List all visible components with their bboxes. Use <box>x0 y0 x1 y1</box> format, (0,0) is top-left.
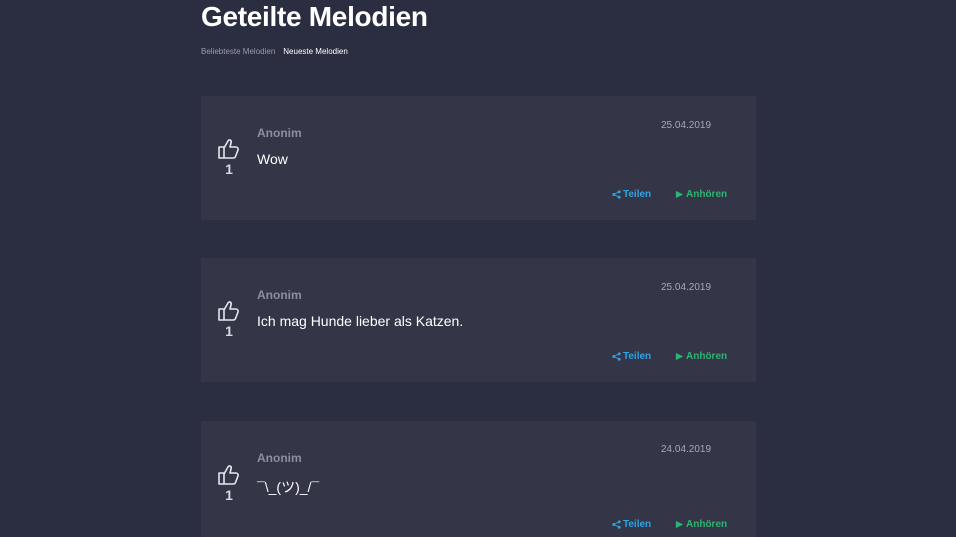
share-label: Teilen <box>623 519 652 530</box>
post-date: 24.04.2019 <box>661 444 712 455</box>
tab-bar: Beliebteste Melodien Neueste Melodien <box>201 46 348 58</box>
thumbs-up-icon[interactable] <box>217 138 241 160</box>
post-author: Anonim <box>257 288 302 302</box>
post-author: Anonim <box>257 451 302 465</box>
play-icon <box>675 520 684 529</box>
post-text: ¯\_(ツ)_/¯ <box>257 479 320 495</box>
post-card: 1 Anonim Wow 25.04.2019 Teilen Anhören <box>201 96 756 220</box>
play-button[interactable]: Anhören <box>675 351 727 362</box>
play-label: Anhören <box>686 519 728 530</box>
play-label: Anhören <box>686 189 728 200</box>
post-date: 25.04.2019 <box>661 120 712 131</box>
play-icon <box>675 352 684 361</box>
play-icon <box>675 190 684 199</box>
thumbs-up-icon[interactable] <box>217 300 241 322</box>
share-label: Teilen <box>623 351 652 362</box>
post-card: 1 Anonim Ich mag Hunde lieber als Katzen… <box>201 258 756 382</box>
post-text: Wow <box>257 151 288 167</box>
post-card: 1 Anonim ¯\_(ツ)_/¯ 24.04.2019 Teilen Anh… <box>201 421 756 537</box>
share-label: Teilen <box>623 189 652 200</box>
share-button[interactable]: Teilen <box>612 189 651 200</box>
page: Geteilte Melodien Beliebteste Melodien N… <box>0 0 956 537</box>
play-button[interactable]: Anhören <box>675 189 727 200</box>
thumbs-up-icon[interactable] <box>217 464 241 486</box>
vote-control[interactable]: 1 <box>215 464 243 503</box>
vote-count: 1 <box>225 323 233 339</box>
vote-count: 1 <box>225 487 233 503</box>
share-icon <box>612 352 621 361</box>
vote-count: 1 <box>225 161 233 177</box>
share-button[interactable]: Teilen <box>612 519 651 530</box>
post-text: Ich mag Hunde lieber als Katzen. <box>257 313 464 329</box>
play-label: Anhören <box>686 351 728 362</box>
tab-popular[interactable]: Beliebteste Melodien <box>201 46 275 58</box>
vote-control[interactable]: 1 <box>215 300 243 339</box>
share-icon <box>612 520 621 529</box>
play-button[interactable]: Anhören <box>675 519 727 530</box>
share-button[interactable]: Teilen <box>612 351 651 362</box>
post-author: Anonim <box>257 126 302 140</box>
tab-newest[interactable]: Neueste Melodien <box>283 46 347 58</box>
page-title: Geteilte Melodien <box>201 1 428 32</box>
share-icon <box>612 190 621 199</box>
vote-control[interactable]: 1 <box>215 138 243 177</box>
post-date: 25.04.2019 <box>661 282 712 293</box>
